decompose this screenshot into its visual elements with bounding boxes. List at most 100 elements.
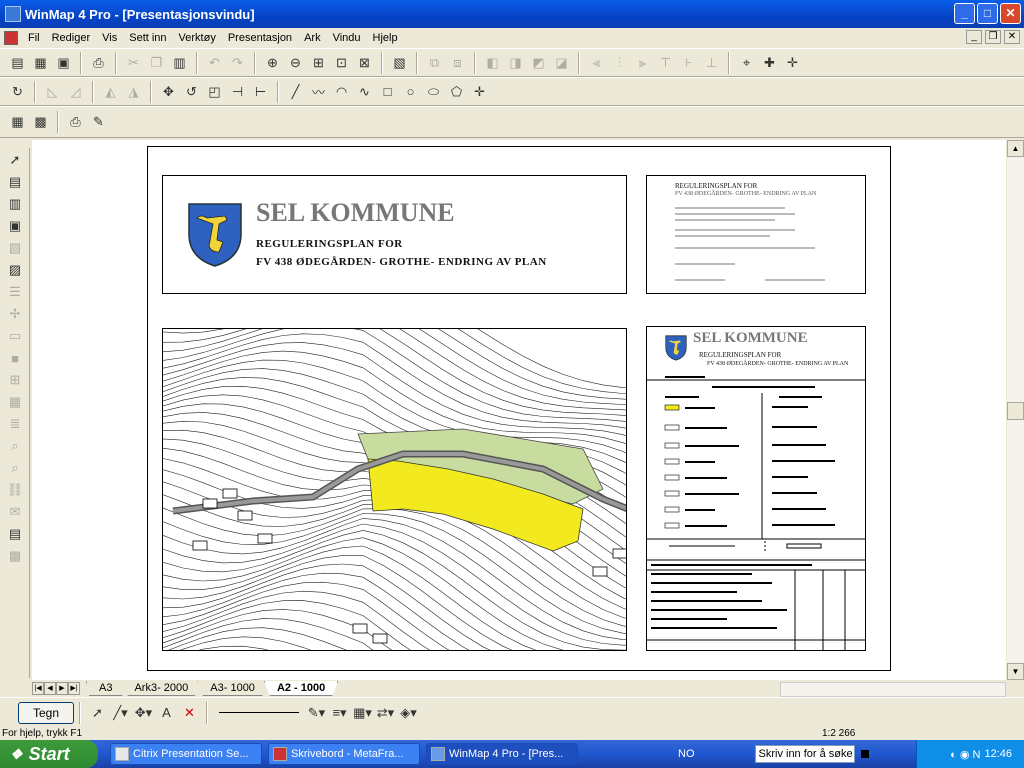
document-icon[interactable] [4,31,18,45]
horizontal-scrollbar[interactable] [780,682,1006,697]
search-map-icon[interactable]: ⌕ [4,436,26,456]
text-tool-icon[interactable]: A [156,702,178,724]
menu-rediger[interactable]: Rediger [46,32,97,44]
rectangle-tool-icon[interactable]: □ [377,81,399,103]
export-icon[interactable]: ▤ [4,524,26,544]
slant-left-icon[interactable]: ◺ [42,81,64,103]
polygon-tool-icon[interactable]: ⬠ [446,81,468,103]
print-icon[interactable]: ⎙ [88,52,110,74]
list-icon[interactable]: ≣ [4,414,26,434]
scale-icon[interactable]: ◰ [204,81,226,103]
raster-icon[interactable]: ▨ [4,260,26,280]
zoom-extent-icon[interactable]: ⊞ [308,52,330,74]
vertical-scrollbar[interactable]: ▲ ▼ [1007,140,1024,680]
select-pointer-icon[interactable]: ➚ [87,702,109,724]
map-frame-icon[interactable]: ▦ [7,111,29,133]
doc-close-button[interactable]: ✕ [1004,30,1020,44]
polyline-tool-icon[interactable]: 〰 [308,81,330,103]
task-winmap[interactable]: WinMap 4 Pro - [Pres... [426,743,578,765]
map-properties-icon[interactable]: ▩ [30,111,52,133]
rotate-icon[interactable]: ↺ [181,81,203,103]
ellipse-tool-icon[interactable]: ⬭ [423,81,445,103]
language-indicator[interactable]: NO [678,748,695,760]
tab-first-icon[interactable]: |◀ [32,682,44,695]
tab-last-icon[interactable]: ▶| [68,682,80,695]
cut-icon[interactable]: ✂ [123,52,145,74]
note-icon[interactable]: ✉ [4,502,26,522]
bring-forward-icon[interactable]: ◩ [528,52,550,74]
flip-icon[interactable]: ◮ [123,81,145,103]
curve-tool-icon[interactable]: ∿ [354,81,376,103]
task-citrix[interactable]: Citrix Presentation Se... [110,743,262,765]
map-window-icon[interactable]: ▥ [4,194,26,214]
arrow-style-icon[interactable]: ⇄▾ [375,702,397,724]
menu-vis[interactable]: Vis [96,32,123,44]
printer-setup-icon[interactable]: ⎙ [65,111,87,133]
scale-bar-icon[interactable]: ▭ [4,326,26,346]
line-weight-icon[interactable]: ≡▾ [329,702,351,724]
zoom-previous-icon[interactable]: ⊠ [354,52,376,74]
link-icon[interactable]: ⛓ [4,480,26,500]
select-arrow-icon[interactable]: ➚ [4,150,26,170]
snap-icon[interactable]: ⌖ [736,52,758,74]
redo-icon[interactable]: ↷ [227,52,249,74]
move-icon[interactable]: ✥ [158,81,180,103]
frame-edit-icon[interactable]: ▧ [4,238,26,258]
node-edit-icon[interactable]: ✥▾ [133,702,155,724]
zoom-window-icon[interactable]: ⊡ [331,52,353,74]
find-icon[interactable]: ⌕ [4,458,26,478]
align-top-icon[interactable]: ⊤ [655,52,677,74]
line-style-icon[interactable]: ╱▾ [110,702,132,724]
circle-tool-icon[interactable]: ○ [400,81,422,103]
search-go-icon[interactable] [860,750,869,758]
snap-point-icon[interactable]: ✚ [759,52,781,74]
arc-tool-icon[interactable]: ◠ [331,81,353,103]
menu-fil[interactable]: Fil [22,32,46,44]
table-icon[interactable]: ▦ [4,392,26,412]
point-tool-icon[interactable]: ✛ [469,81,491,103]
doc-minimize-button[interactable]: _ [966,30,982,44]
close-button[interactable]: ✕ [1000,3,1021,24]
maximize-button[interactable]: □ [977,3,998,24]
map-insert-icon[interactable]: ▤ [4,172,26,192]
align-bottom-icon[interactable]: ⊥ [701,52,723,74]
align-right-icon[interactable]: ⫸ [632,52,654,74]
legend-icon[interactable]: ☰ [4,282,26,302]
map-view[interactable] [162,328,627,651]
align-left-icon[interactable]: ⫷ [586,52,608,74]
ungroup-icon[interactable]: ⧈ [447,52,469,74]
slant-right-icon[interactable]: ◿ [65,81,87,103]
frame-icon[interactable]: ▣ [4,216,26,236]
pattern-icon[interactable]: ▦▾ [352,702,374,724]
scroll-up-icon[interactable]: ▲ [1007,140,1024,157]
copy-icon[interactable]: ❐ [146,52,168,74]
properties-icon[interactable]: ▩ [4,546,26,566]
new-icon[interactable]: ▤ [7,52,29,74]
presentation-canvas[interactable]: SEL KOMMUNE REGULERINGSPLAN FOR FV 438 Ø… [32,140,1006,680]
paste-icon[interactable]: ▥ [169,52,191,74]
doc-restore-button[interactable]: ❐ [985,30,1001,44]
tab-next-icon[interactable]: ▶ [56,682,68,695]
menu-presentasjon[interactable]: Presentasjon [222,32,298,44]
menu-verktoy[interactable]: Verktøy [173,32,222,44]
paint-icon[interactable]: ✎ [88,111,110,133]
task-skrivebord[interactable]: Skrivebord - MetaFra... [268,743,420,765]
tab-prev-icon[interactable]: ◀ [44,682,56,695]
refresh-icon[interactable]: ↻ [7,81,29,103]
search-input[interactable]: Skriv inn for å søke [754,745,855,763]
send-back-icon[interactable]: ◨ [505,52,527,74]
line-end-icon[interactable]: ⊣ [227,81,249,103]
vertical-scroll-thumb[interactable] [1007,402,1024,420]
grid-icon[interactable]: ⊞ [4,370,26,390]
zoom-in-icon[interactable]: ⊕ [262,52,284,74]
send-backward-icon[interactable]: ◪ [551,52,573,74]
undo-icon[interactable]: ↶ [204,52,226,74]
scroll-down-icon[interactable]: ▼ [1007,663,1024,680]
align-center-icon[interactable]: ⫶ [609,52,631,74]
menu-vindu[interactable]: Vindu [327,32,367,44]
align-middle-icon[interactable]: ⊦ [678,52,700,74]
line-start-icon[interactable]: ⊢ [250,81,272,103]
tab-a3[interactable]: A3 [86,681,126,696]
delete-icon[interactable]: ✕ [179,702,201,724]
tab-a3-1000[interactable]: A3- 1000 [197,681,268,696]
